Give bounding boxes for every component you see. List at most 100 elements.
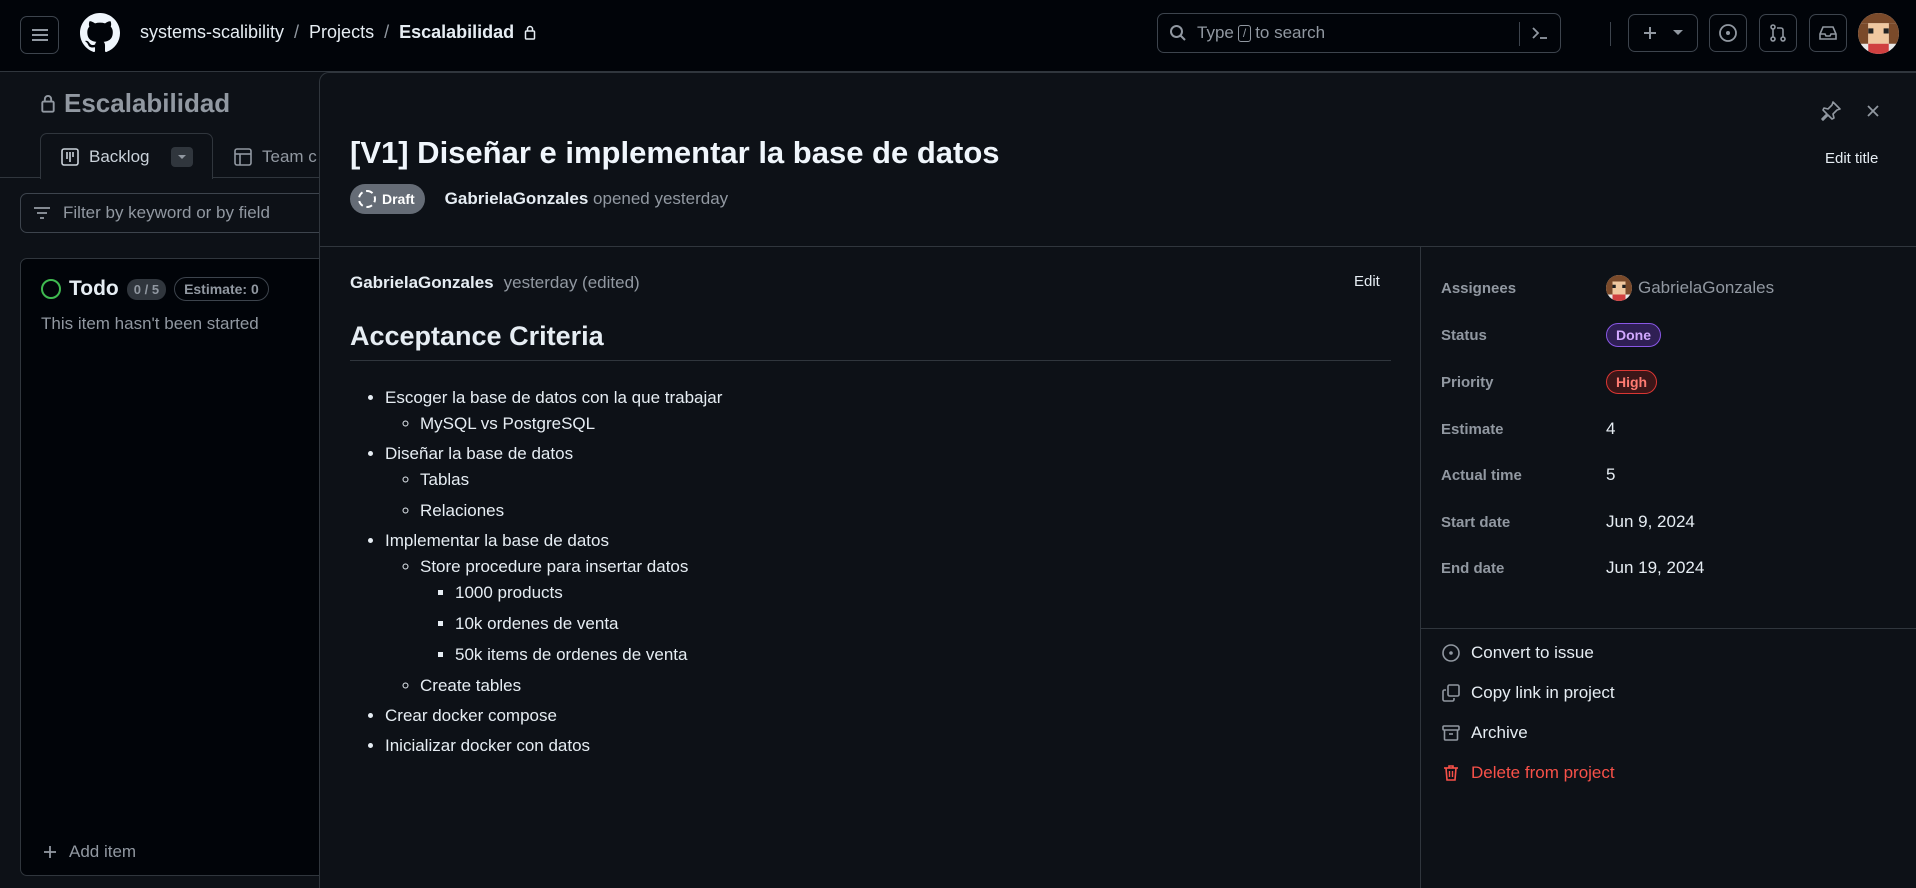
archive-button[interactable]: Archive bbox=[1441, 723, 1528, 743]
tab-backlog-label: Backlog bbox=[89, 146, 150, 166]
close-button[interactable] bbox=[1862, 100, 1886, 124]
top-bar: systems-scalibility / Projects / Escalab… bbox=[0, 0, 1916, 72]
item-meta: Draft GabrielaGonzales opened yesterday bbox=[350, 184, 728, 214]
command-palette-icon[interactable] bbox=[1531, 25, 1549, 41]
caret-down-icon bbox=[178, 155, 186, 159]
menu-button[interactable] bbox=[20, 16, 59, 54]
list-item: MySQL vs PostgreSQL bbox=[420, 411, 722, 437]
create-new-button[interactable] bbox=[1628, 14, 1698, 52]
draft-badge: Draft bbox=[350, 184, 425, 214]
comment-header: GabrielaGonzales yesterday (edited) bbox=[350, 273, 640, 293]
breadcrumb-projects[interactable]: Projects bbox=[309, 22, 374, 43]
comment-author[interactable]: GabrielaGonzales bbox=[350, 273, 494, 293]
issue-opened-icon bbox=[1719, 24, 1737, 42]
search-shortcut-key: / bbox=[1237, 24, 1252, 42]
pull-requests-button[interactable] bbox=[1759, 14, 1797, 52]
board-icon bbox=[61, 147, 79, 166]
tab-backlog[interactable]: Backlog bbox=[40, 133, 213, 179]
copy-link-label: Copy link in project bbox=[1471, 683, 1615, 702]
git-pull-request-icon bbox=[1770, 24, 1786, 42]
field-value: Jun 9, 2024 bbox=[1606, 512, 1695, 531]
edit-title-button[interactable]: Edit title bbox=[1825, 150, 1878, 167]
field-assignees[interactable]: Assignees GabrielaGonzales bbox=[1441, 273, 1891, 303]
filter-icon bbox=[34, 207, 50, 219]
list-item-text: Store procedure para insertar datos bbox=[420, 557, 689, 576]
plus-icon bbox=[44, 846, 56, 858]
field-value: 5 bbox=[1606, 465, 1616, 484]
delete-from-project-button[interactable]: Delete from project bbox=[1441, 763, 1615, 783]
breadcrumb-owner[interactable]: systems-scalibility bbox=[140, 22, 284, 43]
delete-label: Delete from project bbox=[1471, 763, 1615, 782]
breadcrumb-separator: / bbox=[384, 22, 390, 42]
issues-button[interactable] bbox=[1709, 14, 1747, 52]
filter-input[interactable]: Filter by keyword or by field bbox=[20, 193, 350, 233]
filter-placeholder: Filter by keyword or by field bbox=[63, 203, 270, 222]
archive-label: Archive bbox=[1471, 723, 1528, 742]
pin-button[interactable] bbox=[1820, 100, 1844, 124]
priority-badge: High bbox=[1606, 370, 1658, 394]
column-count-badge: 0 / 5 bbox=[126, 278, 167, 300]
search-suffix: to search bbox=[1255, 23, 1326, 42]
todo-status-icon bbox=[41, 279, 61, 299]
field-end-date[interactable]: End date Jun 19, 2024 bbox=[1441, 553, 1891, 583]
assignee-avatar bbox=[1606, 275, 1632, 301]
item-side-panel: [V1] Diseñar e implementar la base de da… bbox=[319, 72, 1916, 888]
lock-icon bbox=[41, 95, 55, 113]
tab-team[interactable]: Team c bbox=[234, 147, 317, 167]
field-label: Assignees bbox=[1441, 279, 1517, 297]
item-author[interactable]: GabrielaGonzales bbox=[445, 189, 589, 208]
inbox-button[interactable] bbox=[1809, 14, 1847, 52]
field-priority[interactable]: Priority High bbox=[1441, 367, 1891, 397]
breadcrumb-current[interactable]: Escalabilidad bbox=[399, 22, 514, 43]
project-title-text: Escalabilidad bbox=[64, 88, 231, 118]
tab-team-label: Team c bbox=[262, 147, 317, 166]
copy-link-button[interactable]: Copy link in project bbox=[1441, 683, 1615, 703]
board-column-todo: Todo 0 / 5 Estimate: 0 This item hasn't … bbox=[20, 258, 350, 876]
field-label: Priority bbox=[1441, 373, 1494, 391]
list-item: Diseñar la base de datos Tablas Relacion… bbox=[385, 441, 722, 524]
github-logo-icon[interactable] bbox=[80, 13, 120, 53]
item-opened: opened yesterday bbox=[593, 189, 729, 208]
field-status[interactable]: Status Done bbox=[1441, 320, 1891, 350]
convert-to-issue-button[interactable]: Convert to issue bbox=[1441, 643, 1594, 663]
inbox-icon bbox=[1819, 26, 1837, 40]
acceptance-criteria-heading: Acceptance Criteria bbox=[350, 321, 1391, 361]
field-label: Start date bbox=[1441, 513, 1511, 531]
edit-body-button[interactable]: Edit bbox=[1354, 273, 1380, 290]
user-avatar[interactable] bbox=[1858, 13, 1899, 54]
trash-icon bbox=[1444, 765, 1458, 781]
add-item-label: Add item bbox=[69, 842, 137, 861]
field-actual-time[interactable]: Actual time 5 bbox=[1441, 460, 1891, 490]
field-value: 4 bbox=[1606, 419, 1616, 438]
list-item: Crear docker compose bbox=[385, 703, 722, 729]
list-item-text: Escoger la base de datos con la que trab… bbox=[385, 388, 723, 407]
acceptance-criteria-list: Escoger la base de datos con la que trab… bbox=[350, 385, 722, 763]
list-item: 10k ordenes de venta bbox=[455, 611, 722, 637]
convert-label: Convert to issue bbox=[1471, 643, 1594, 662]
column-header: Todo 0 / 5 Estimate: 0 bbox=[41, 277, 269, 301]
pin-icon bbox=[1821, 101, 1841, 121]
lock-icon bbox=[524, 25, 536, 40]
field-label: Estimate bbox=[1441, 420, 1504, 438]
field-estimate[interactable]: Estimate 4 bbox=[1441, 414, 1891, 444]
column-description: This item hasn't been started bbox=[41, 314, 259, 333]
field-value: GabrielaGonzales bbox=[1606, 275, 1774, 301]
copy-icon bbox=[1442, 684, 1460, 702]
archive-icon bbox=[1442, 725, 1460, 741]
column-name: Todo bbox=[69, 277, 119, 300]
table-icon bbox=[234, 148, 252, 166]
tab-options-button[interactable] bbox=[171, 147, 193, 167]
field-value: High bbox=[1606, 370, 1658, 394]
field-start-date[interactable]: Start date Jun 9, 2024 bbox=[1441, 507, 1891, 537]
breadcrumb: systems-scalibility / Projects / Escalab… bbox=[140, 22, 536, 43]
list-item-text: Diseñar la base de datos bbox=[385, 444, 574, 463]
draft-label: Draft bbox=[382, 191, 415, 207]
item-title: [V1] Diseñar e implementar la base de da… bbox=[350, 135, 1000, 170]
comment-timestamp: yesterday (edited) bbox=[503, 273, 640, 292]
search-input[interactable]: Type / to search bbox=[1157, 13, 1561, 53]
add-item-button[interactable]: Add item bbox=[43, 842, 136, 862]
field-label: End date bbox=[1441, 559, 1505, 577]
plus-icon bbox=[1644, 27, 1656, 39]
hamburger-icon bbox=[31, 29, 48, 41]
list-item: Implementar la base de datos Store proce… bbox=[385, 528, 722, 699]
